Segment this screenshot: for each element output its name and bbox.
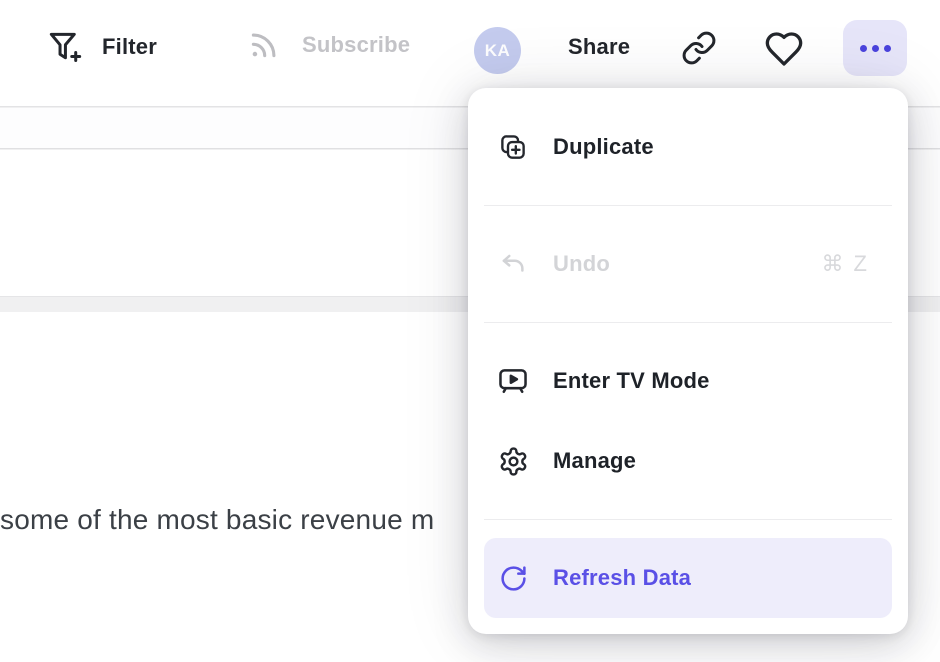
share-button[interactable]: Share <box>568 34 630 60</box>
dashboard-description-text: some of the most basic revenue m <box>0 504 434 536</box>
favorite-button[interactable] <box>763 28 805 70</box>
refresh-icon <box>496 561 530 595</box>
menu-divider <box>484 205 892 206</box>
menu-item-manage[interactable]: Manage <box>484 421 892 501</box>
dashboard-screen: some of the most basic revenue m Filter … <box>0 0 940 662</box>
subscribe-label: Subscribe <box>302 32 410 58</box>
more-options-button[interactable] <box>843 20 907 76</box>
tv-mode-icon <box>496 364 530 398</box>
heart-icon <box>764 29 804 69</box>
avatar[interactable]: KA <box>474 27 521 74</box>
menu-item-label: Duplicate <box>553 134 654 160</box>
duplicate-icon <box>496 130 530 164</box>
share-label: Share <box>568 34 630 60</box>
undo-shortcut: ⌘ Z <box>821 251 869 277</box>
undo-icon <box>496 247 530 281</box>
subscribe-button[interactable]: Subscribe <box>246 27 410 63</box>
copy-link-button[interactable] <box>680 29 718 67</box>
gear-icon <box>496 444 530 478</box>
menu-item-label: Undo <box>553 251 610 277</box>
menu-item-label: Refresh Data <box>553 565 691 591</box>
menu-item-enter-tv-mode[interactable]: Enter TV Mode <box>484 341 892 421</box>
link-icon <box>681 30 717 66</box>
ellipsis-icon <box>860 45 867 52</box>
filter-button[interactable]: Filter <box>44 27 157 67</box>
menu-item-label: Manage <box>553 448 636 474</box>
menu-item-label: Enter TV Mode <box>553 368 710 394</box>
menu-item-duplicate[interactable]: Duplicate <box>484 107 892 187</box>
avatar-initials: KA <box>485 41 511 61</box>
rss-icon <box>246 27 282 63</box>
filter-funnel-icon <box>44 27 84 67</box>
more-options-menu: Duplicate Undo ⌘ Z Enter TV M <box>468 88 908 634</box>
menu-divider <box>484 519 892 520</box>
menu-divider <box>484 322 892 323</box>
filter-label: Filter <box>102 34 157 60</box>
menu-item-refresh-data[interactable]: Refresh Data <box>484 538 892 618</box>
menu-item-undo[interactable]: Undo ⌘ Z <box>484 224 892 304</box>
